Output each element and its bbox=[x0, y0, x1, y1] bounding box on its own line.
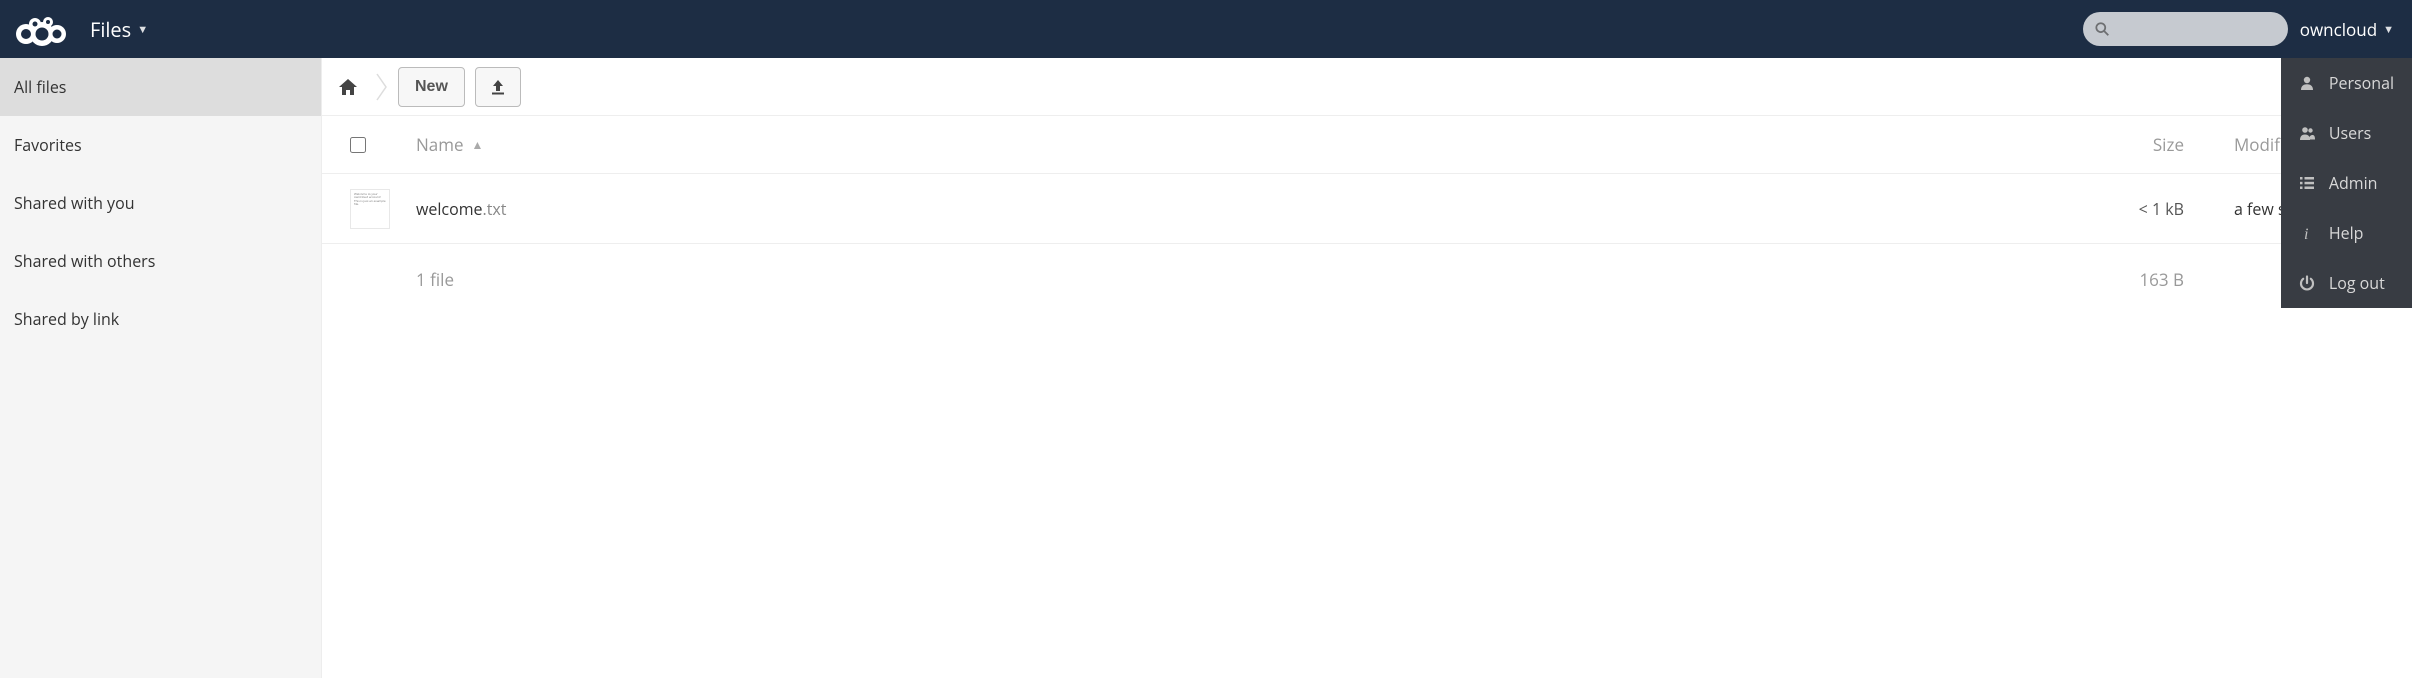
user-dropdown: Personal Users Admin i bbox=[2281, 58, 2412, 308]
file-thumb: Welcome to your ownCloud account! This i… bbox=[350, 189, 416, 229]
search-input[interactable] bbox=[2115, 21, 2276, 37]
owncloud-logo-icon bbox=[10, 12, 72, 46]
home-icon[interactable] bbox=[338, 78, 358, 96]
sidebar-item-label: All files bbox=[14, 76, 66, 98]
menu-item-label: Users bbox=[2329, 122, 2371, 144]
table-header: Name ▲ Size Modified bbox=[322, 116, 2412, 174]
new-button[interactable]: New bbox=[398, 67, 465, 107]
sidebar-item-label: Shared by link bbox=[14, 308, 119, 330]
file-table: Name ▲ Size Modified Welcome to your own… bbox=[322, 116, 2412, 314]
main-panel: New Name ▲ Size bbox=[322, 58, 2412, 678]
menu-item-label: Log out bbox=[2329, 272, 2385, 294]
sidebar-item-favorites[interactable]: Favorites bbox=[0, 116, 321, 174]
search-box[interactable] bbox=[2083, 12, 2288, 46]
upload-icon bbox=[489, 78, 507, 96]
controls-bar: New bbox=[322, 58, 2412, 116]
column-label: Size bbox=[2153, 133, 2184, 156]
upload-button[interactable] bbox=[475, 67, 521, 107]
sidebar-item-label: Favorites bbox=[14, 134, 82, 156]
table-row[interactable]: Welcome to your ownCloud account! This i… bbox=[322, 174, 2412, 244]
sort-asc-icon: ▲ bbox=[472, 136, 484, 153]
header-right: owncloud ▼ bbox=[2083, 12, 2402, 46]
info-icon: i bbox=[2299, 225, 2315, 241]
menu-item-help[interactable]: i Help bbox=[2281, 208, 2412, 258]
table-summary: 1 file 163 B bbox=[322, 244, 2412, 314]
menu-item-label: Help bbox=[2329, 222, 2364, 244]
search-icon bbox=[2095, 21, 2109, 37]
power-icon bbox=[2299, 275, 2315, 291]
top-header: Files ▼ owncloud ▼ Personal bbox=[0, 0, 2412, 58]
column-header-size[interactable]: Size bbox=[2064, 133, 2194, 156]
caret-down-icon: ▼ bbox=[2383, 22, 2394, 37]
menu-item-label: Admin bbox=[2329, 172, 2378, 194]
column-select-all bbox=[350, 137, 416, 153]
caret-down-icon: ▼ bbox=[137, 22, 148, 37]
file-basename: welcome bbox=[416, 198, 483, 220]
person-icon bbox=[2299, 75, 2315, 91]
sidebar-item-label: Shared with you bbox=[14, 192, 135, 214]
file-name[interactable]: welcome.txt bbox=[416, 198, 2064, 220]
menu-item-label: Personal bbox=[2329, 72, 2394, 94]
summary-size: 163 B bbox=[2064, 268, 2194, 291]
logo-area: Files ▼ bbox=[0, 0, 148, 58]
summary-count: 1 file bbox=[416, 268, 2064, 291]
svg-text:i: i bbox=[2304, 226, 2308, 241]
app-switcher[interactable]: Files ▼ bbox=[90, 16, 148, 43]
menu-item-admin[interactable]: Admin bbox=[2281, 158, 2412, 208]
select-all-checkbox[interactable] bbox=[350, 137, 366, 153]
users-icon bbox=[2299, 125, 2315, 141]
column-header-name[interactable]: Name ▲ bbox=[416, 133, 2064, 156]
text-file-icon: Welcome to your ownCloud account! This i… bbox=[350, 189, 390, 229]
sidebar-item-shared-with-you[interactable]: Shared with you bbox=[0, 174, 321, 232]
sidebar-item-label: Shared with others bbox=[14, 250, 155, 272]
list-icon bbox=[2299, 175, 2315, 191]
sidebar-item-shared-by-link[interactable]: Shared by link bbox=[0, 290, 321, 348]
user-menu-trigger[interactable]: owncloud ▼ bbox=[2300, 18, 2402, 41]
breadcrumb-sep-icon bbox=[376, 73, 388, 101]
menu-item-logout[interactable]: Log out bbox=[2281, 258, 2412, 308]
username-label: owncloud bbox=[2300, 18, 2377, 41]
column-label: Name bbox=[416, 133, 464, 156]
app-name-label: Files bbox=[90, 16, 131, 43]
content-area: All files Favorites Shared with you Shar… bbox=[0, 58, 2412, 678]
sidebar-item-shared-with-others[interactable]: Shared with others bbox=[0, 232, 321, 290]
breadcrumb bbox=[338, 73, 388, 101]
file-ext: .txt bbox=[483, 198, 507, 220]
button-label: New bbox=[415, 78, 448, 96]
menu-item-users[interactable]: Users bbox=[2281, 108, 2412, 158]
sidebar-item-all-files[interactable]: All files bbox=[0, 58, 321, 116]
sidebar: All files Favorites Shared with you Shar… bbox=[0, 58, 322, 678]
file-size: < 1 kB bbox=[2064, 198, 2194, 220]
menu-item-personal[interactable]: Personal bbox=[2281, 58, 2412, 108]
